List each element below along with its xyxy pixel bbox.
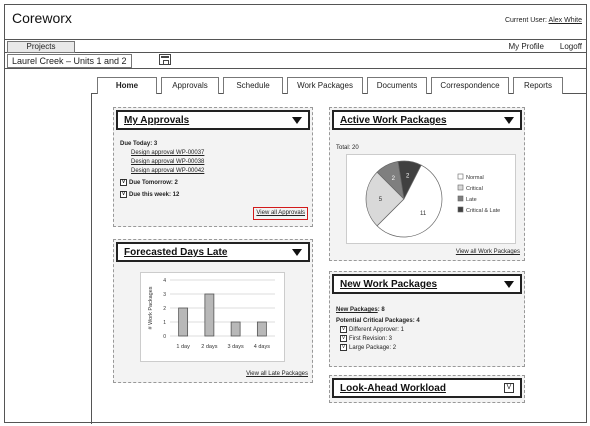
logoff-link[interactable]: Logoff (560, 41, 582, 53)
tab-home[interactable]: Home (97, 77, 157, 94)
first-revision-label: First Revision: 3 (349, 336, 393, 343)
left-rail-divider (91, 93, 92, 424)
approval-link-2[interactable]: Design approval WP-00038 (131, 158, 310, 167)
new-wp-widget: New Work Packages New Packages: 8 Potent… (329, 271, 525, 367)
due-week-row[interactable]: V Due this week: 12 (120, 191, 310, 200)
chevron-down-icon[interactable] (504, 281, 514, 288)
my-profile-link[interactable]: My Profile (508, 41, 544, 53)
lookahead-widget: Look-Ahead Workload V (329, 375, 525, 403)
expand-checkbox-icon[interactable]: V (340, 335, 347, 343)
tab-documents[interactable]: Documents (367, 77, 427, 94)
y-axis-label: # Work Packages (148, 286, 154, 329)
current-user-label: Current User: (504, 17, 547, 24)
approval-link-1[interactable]: Design approval WP-00037 (131, 149, 310, 158)
view-all-approvals-link[interactable]: View all Approvals (256, 210, 305, 216)
legend-label: Late (466, 197, 477, 203)
pie-data-label: 11 (420, 211, 427, 217)
lookahead-title[interactable]: Look-Ahead Workload (340, 383, 446, 394)
bar-1 (178, 307, 189, 337)
current-user-link[interactable]: Alex White (549, 17, 582, 24)
chevron-down-icon[interactable] (292, 249, 302, 256)
bar-3 (230, 321, 241, 337)
new-packages-count: : 8 (377, 307, 385, 313)
view-all-wp-link[interactable]: View all Work Packages (456, 249, 520, 255)
y-tick-label: 0 (163, 334, 166, 340)
new-wp-header: New Work Packages (332, 274, 522, 294)
legend-swatch (457, 206, 464, 213)
active-wp-header: Active Work Packages (332, 110, 522, 130)
view-all-late-frame: View all Late Packages (246, 370, 308, 379)
forecast-widget: Forecasted Days Late 0 1 2 3 4 # Work Package… (113, 239, 313, 383)
y-tick-label: 2 (163, 306, 166, 312)
due-tomorrow-row[interactable]: V Due Tomorrow: 2 (120, 179, 310, 188)
x-tick-label: 2 days (201, 344, 217, 350)
x-tick-label: 3 days (228, 344, 244, 350)
my-approvals-body: Due Today: 3 Design approval WP-00037 De… (120, 140, 310, 200)
potential-critical-label: Potential Critical Packages: 4 (336, 318, 420, 324)
different-approver-label: Different Approver: 1 (349, 327, 404, 334)
x-tick-label: 4 days (254, 344, 270, 350)
new-packages-link[interactable]: New Packages (336, 307, 378, 313)
forecast-header: Forecasted Days Late (116, 242, 310, 262)
expand-checkbox-icon[interactable]: V (504, 383, 514, 393)
bar-2 (204, 293, 215, 337)
legend-swatch (457, 195, 464, 202)
bar-4 (256, 321, 267, 337)
active-wp-widget: Active Work Packages Total: 20 5 2 2 11 Norm… (329, 107, 525, 261)
due-today-label: Due Today: 3 (120, 141, 158, 147)
chevron-down-icon[interactable] (504, 117, 514, 124)
active-total: Total: 20 (336, 145, 359, 151)
active-wp-title[interactable]: Active Work Packages (340, 115, 447, 126)
project-name: Laurel Creek – Units 1 and 2 (7, 54, 132, 68)
chevron-down-icon[interactable] (292, 117, 302, 124)
tab-reports[interactable]: Reports (513, 77, 563, 94)
tab-correspondence[interactable]: Correspondence (431, 77, 509, 94)
x-tick-label: 1 day (176, 344, 190, 350)
first-revision-row[interactable]: V First Revision: 3 (340, 335, 521, 344)
my-approvals-header: My Approvals (116, 110, 310, 130)
approval-link-3[interactable]: Design approval WP-00042 (131, 167, 310, 176)
legend-swatch (457, 184, 464, 191)
forecast-title[interactable]: Forecasted Days Late (124, 247, 227, 258)
different-approver-row[interactable]: V Different Approver: 1 (340, 326, 521, 335)
y-tick-label: 4 (163, 278, 166, 284)
expand-checkbox-icon[interactable]: V (340, 344, 347, 352)
large-package-label: Large Package: 2 (349, 345, 397, 352)
legend-swatch (457, 173, 464, 180)
legend-label: Critical & Late (466, 208, 500, 214)
large-package-row[interactable]: V Large Package: 2 (340, 344, 521, 353)
y-tick-label: 3 (163, 292, 166, 298)
my-approvals-widget: My Approvals Due Today: 3 Design approva… (113, 107, 313, 227)
current-user: Current User: Alex White (505, 17, 582, 24)
active-wp-pie-chart: 52 211NormalCriticalLateCritical & Late (346, 154, 516, 244)
view-all-approvals-frame: View all Approvals (253, 207, 308, 220)
due-week-label: Due this week: 12 (129, 192, 180, 199)
expand-checkbox-icon[interactable]: V (120, 179, 127, 186)
expand-checkbox-icon[interactable]: V (120, 191, 127, 199)
menu-bar: Projects My Profile Logoff (5, 39, 586, 53)
tab-schedule[interactable]: Schedule (223, 77, 283, 94)
calendar-icon[interactable] (159, 54, 171, 65)
due-tomorrow-label: Due Tomorrow: 2 (129, 180, 178, 187)
new-packages-row: New Packages: 8 (336, 306, 521, 315)
view-all-wp-frame: View all Work Packages (456, 248, 520, 257)
y-tick-label: 1 (163, 320, 166, 326)
legend-label: Normal (466, 175, 484, 181)
app-window: Coreworx Current User: Alex White Projec… (4, 4, 587, 424)
view-all-late-link[interactable]: View all Late Packages (246, 371, 308, 377)
expand-checkbox-icon[interactable]: V (340, 326, 347, 333)
my-approvals-title[interactable]: My Approvals (124, 115, 189, 126)
app-title: Coreworx (12, 10, 72, 26)
tab-work-packages[interactable]: Work Packages (287, 77, 363, 94)
new-wp-body: New Packages: 8 Potential Critical Packa… (336, 306, 521, 353)
forecast-bar-chart: 0 1 2 3 4 # Work Packages 1 day 2 days 3 days 4 d… (140, 272, 285, 362)
projects-button[interactable]: Projects (7, 41, 75, 53)
tab-approvals[interactable]: Approvals (161, 77, 219, 94)
new-wp-title[interactable]: New Work Packages (340, 279, 437, 290)
lookahead-header: Look-Ahead Workload V (332, 378, 522, 398)
project-bar: Laurel Creek – Units 1 and 2 (5, 53, 586, 69)
legend-label: Critical (466, 186, 483, 192)
